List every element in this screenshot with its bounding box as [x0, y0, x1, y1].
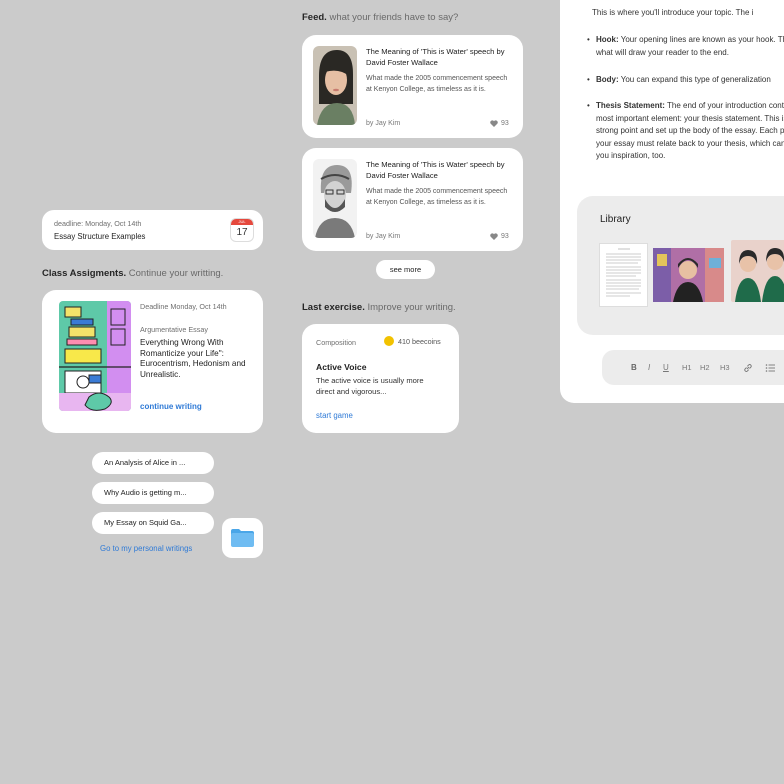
assignment-deadline: Deadline Monday, Oct 14th	[140, 302, 227, 311]
document-bullet-thesis[interactable]: • Thesis Statement: The end of your intr…	[587, 100, 784, 163]
class-assignments-subtitle: Continue your writting.	[128, 268, 224, 279]
feed-heading: Feed. what your friends have to say?	[302, 12, 458, 23]
assignment-illustration	[59, 301, 131, 411]
post-author: by Jay Kim	[366, 233, 401, 240]
bullet-term: Thesis Statement:	[596, 101, 665, 110]
heart-icon	[490, 120, 498, 127]
library-item-photo-2[interactable]	[731, 240, 784, 302]
heart-icon	[490, 233, 498, 240]
post-author-portrait	[313, 46, 357, 125]
writing-item-1[interactable]: An Analysis of Alice in ...	[92, 452, 214, 474]
post-author-portrait	[313, 159, 357, 238]
post-description: What made the 2005 commencement speech a…	[366, 188, 508, 206]
bold-button[interactable]: B	[631, 363, 637, 372]
like-count: 93	[501, 233, 509, 240]
document-intro[interactable]: This is where you'll introduce your topi…	[592, 8, 784, 17]
link-icon[interactable]	[743, 363, 753, 373]
underline-button[interactable]: U	[663, 363, 669, 372]
folder-button[interactable]	[222, 518, 263, 558]
deadline-card[interactable]: deadline: Monday, Oct 14th Essay Structu…	[42, 210, 263, 250]
exercise-card[interactable]: Composition 410 beecoins Active Voice Th…	[302, 324, 459, 433]
editor-panel: This is where you'll introduce your topi…	[560, 0, 784, 403]
assignment-card[interactable]: Deadline Monday, Oct 14th Argumentative …	[42, 290, 263, 433]
exercise-title: Active Voice	[316, 362, 367, 372]
coin-icon	[384, 336, 394, 346]
deadline-title: Essay Structure Examples	[54, 232, 146, 241]
writing-item-3[interactable]: My Essay on Squid Ga...	[92, 512, 214, 534]
h3-button[interactable]: H3	[720, 363, 730, 372]
bullet-text: You can expand this type of generalizati…	[620, 75, 771, 84]
feed-title: Feed.	[302, 12, 327, 23]
deadline-text: deadline: Monday, Oct 14th	[54, 219, 142, 228]
like-button[interactable]: 93	[490, 120, 509, 127]
like-button[interactable]: 93	[490, 233, 509, 240]
library-title: Library	[600, 214, 631, 225]
italic-button[interactable]: I	[648, 363, 650, 372]
document-bullet-body[interactable]: • Body: You can expand this type of gene…	[587, 74, 784, 87]
library-item-document[interactable]	[600, 244, 647, 306]
bullet-term: Body:	[596, 75, 619, 84]
post-title: The Meaning of 'This is Water' speech by…	[366, 47, 505, 67]
class-assignments-title: Class Assigments.	[42, 268, 127, 279]
class-assignments-heading: Class Assigments. Continue your writting…	[42, 268, 223, 279]
assignment-title: Everything Wrong With Romanticize your L…	[140, 338, 246, 379]
last-exercise-title: Last exercise.	[302, 302, 365, 313]
last-exercise-heading: Last exercise. Improve your writing.	[302, 302, 456, 313]
library-panel: Library	[577, 196, 784, 335]
list-icon[interactable]	[765, 363, 775, 373]
last-exercise-subtitle: Improve your writing.	[367, 302, 456, 313]
post-author: by Jay Kim	[366, 120, 401, 127]
feed-post-1[interactable]: The Meaning of 'This is Water' speech by…	[302, 35, 523, 138]
calendar-icon: JUL 17	[231, 219, 253, 241]
like-count: 93	[501, 120, 509, 127]
formatting-toolbar: B I U H1 H2 H3	[602, 350, 784, 385]
coins-badge: 410 beecoins	[384, 336, 441, 346]
folder-icon	[231, 529, 254, 547]
bullet-term: Hook:	[596, 35, 619, 44]
exercise-category: Composition	[316, 338, 356, 347]
calendar-day: 17	[236, 227, 248, 238]
start-game-link[interactable]: start game	[316, 411, 353, 420]
personal-writings-link[interactable]: Go to my personal writings	[100, 544, 192, 553]
exercise-description: The active voice is usually more direct …	[316, 376, 424, 396]
coins-amount: 410 beecoins	[398, 336, 441, 346]
bullet-text: Your opening lines are known as your hoo…	[596, 35, 784, 57]
h1-button[interactable]: H1	[682, 363, 692, 372]
continue-writing-link[interactable]: continue writing	[140, 402, 202, 411]
assignment-type: Argumentative Essay	[140, 325, 208, 334]
feed-post-2[interactable]: The Meaning of 'This is Water' speech by…	[302, 148, 523, 251]
library-item-photo-1[interactable]	[653, 248, 724, 302]
post-description: What made the 2005 commencement speech a…	[366, 75, 508, 93]
post-title: The Meaning of 'This is Water' speech by…	[366, 160, 505, 180]
writing-item-2[interactable]: Why Audio is getting m...	[92, 482, 214, 504]
document-bullet-hook[interactable]: • Hook: Your opening lines are known as …	[587, 34, 784, 59]
see-more-button[interactable]: see more	[376, 260, 435, 279]
feed-subtitle: what your friends have to say?	[329, 12, 459, 23]
h2-button[interactable]: H2	[700, 363, 710, 372]
